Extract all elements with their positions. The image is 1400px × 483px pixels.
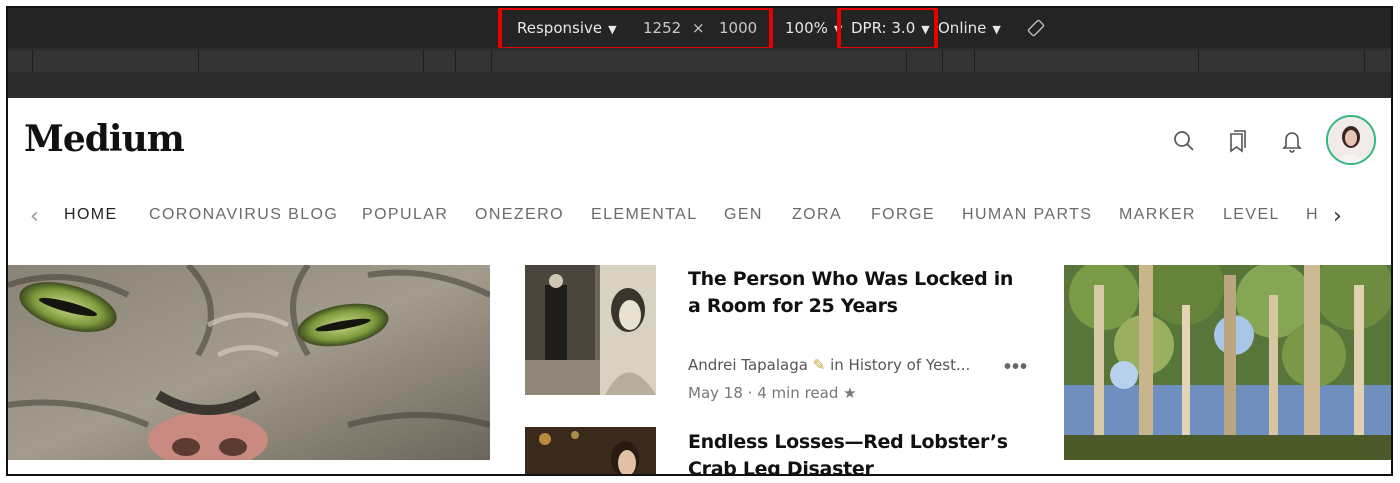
topic-nav: ‹ HOME CORONAVIRUS BLOG POPULAR ONEZERO … <box>8 198 1391 232</box>
bell-icon[interactable] <box>1279 128 1305 154</box>
nav-gen[interactable]: GEN <box>724 206 763 224</box>
mq-divider <box>491 50 492 72</box>
more-options-icon[interactable]: ••• <box>1004 356 1028 379</box>
article-thumbnail[interactable] <box>525 265 656 395</box>
nav-prev-icon[interactable]: ‹ <box>30 204 39 229</box>
vintage-photo <box>525 265 656 395</box>
article-title[interactable]: The Person Who Was Locked in a Room for … <box>688 266 1018 320</box>
author-name[interactable]: Andrei Tapalaga <box>688 356 808 374</box>
page-viewport: Medium ‹ HOME CORONAVIRUS BLOG POPULAR O… <box>8 98 1391 474</box>
mq-divider <box>1364 50 1365 72</box>
article-meta: May 18 · 4 min read ★ <box>688 384 857 402</box>
avatar-photo <box>1328 117 1374 163</box>
devtools-device-toolbar: Responsive ▼ 1252 × 1000 100% ▼ DPR: 3.0 ▼ … <box>8 8 1391 51</box>
read-time: 4 min read <box>757 384 839 402</box>
mq-divider <box>32 50 33 72</box>
separator-dot: · <box>747 384 753 402</box>
member-star-icon: ★ <box>843 384 857 402</box>
nav-next-icon[interactable]: › <box>1333 204 1342 229</box>
nav-marker[interactable]: MARKER <box>1119 206 1196 224</box>
nav-coronavirus-blog[interactable]: CORONAVIRUS BLOG <box>149 206 338 224</box>
highlight-dimensions <box>498 8 773 51</box>
nav-elemental[interactable]: ELEMENTAL <box>591 206 698 224</box>
bookmarks-icon[interactable] <box>1225 128 1251 154</box>
article-byline: Andrei Tapalaga ✎ in History of Yest... <box>688 356 970 374</box>
mq-divider <box>423 50 424 72</box>
mq-divider <box>906 50 907 72</box>
network-label: Online <box>938 19 987 37</box>
featured-image-forest[interactable] <box>1064 265 1391 460</box>
nav-zora[interactable]: ZORA <box>792 206 842 224</box>
mq-divider <box>1198 50 1199 72</box>
nav-human-parts[interactable]: HUMAN PARTS <box>962 206 1092 224</box>
media-query-strip[interactable] <box>8 50 1391 72</box>
highlight-dpr <box>837 8 938 51</box>
cat-photo <box>8 265 490 460</box>
mq-divider <box>942 50 943 72</box>
nav-truncated[interactable]: H <box>1306 206 1319 224</box>
search-icon[interactable] <box>1171 128 1197 154</box>
browser-frame: Responsive ▼ 1252 × 1000 100% ▼ DPR: 3.0 ▼ … <box>6 6 1393 476</box>
article-thumbnail[interactable] <box>525 427 656 474</box>
network-throttle-select[interactable]: Online ▼ <box>938 8 1001 48</box>
top-writer-icon: ✎ <box>812 356 826 374</box>
forest-photo <box>1064 265 1391 460</box>
nav-home[interactable]: HOME <box>64 206 118 224</box>
nav-popular[interactable]: POPULAR <box>362 206 448 224</box>
article-date: May 18 <box>688 384 743 402</box>
medium-logo[interactable]: Medium <box>24 118 185 160</box>
publication-name[interactable]: in History of Yest... <box>830 356 970 374</box>
article-title[interactable]: Endless Losses—Red Lobster’s Crab Leg Di… <box>688 429 1033 474</box>
mq-divider <box>198 50 199 72</box>
media-query-bar <box>8 48 1391 98</box>
avatar[interactable] <box>1326 115 1376 165</box>
restaurant-photo <box>525 427 656 474</box>
mq-divider <box>455 50 456 72</box>
zoom-label: 100% <box>785 19 828 37</box>
featured-image-cat[interactable] <box>8 265 490 460</box>
nav-level[interactable]: LEVEL <box>1223 206 1280 224</box>
nav-forge[interactable]: FORGE <box>871 206 935 224</box>
zoom-select[interactable]: 100% ▼ <box>785 8 842 48</box>
nav-onezero[interactable]: ONEZERO <box>475 206 564 224</box>
mq-divider <box>974 50 975 72</box>
rotate-icon[interactable] <box>1027 19 1045 37</box>
chevron-down-icon: ▼ <box>992 23 1001 36</box>
